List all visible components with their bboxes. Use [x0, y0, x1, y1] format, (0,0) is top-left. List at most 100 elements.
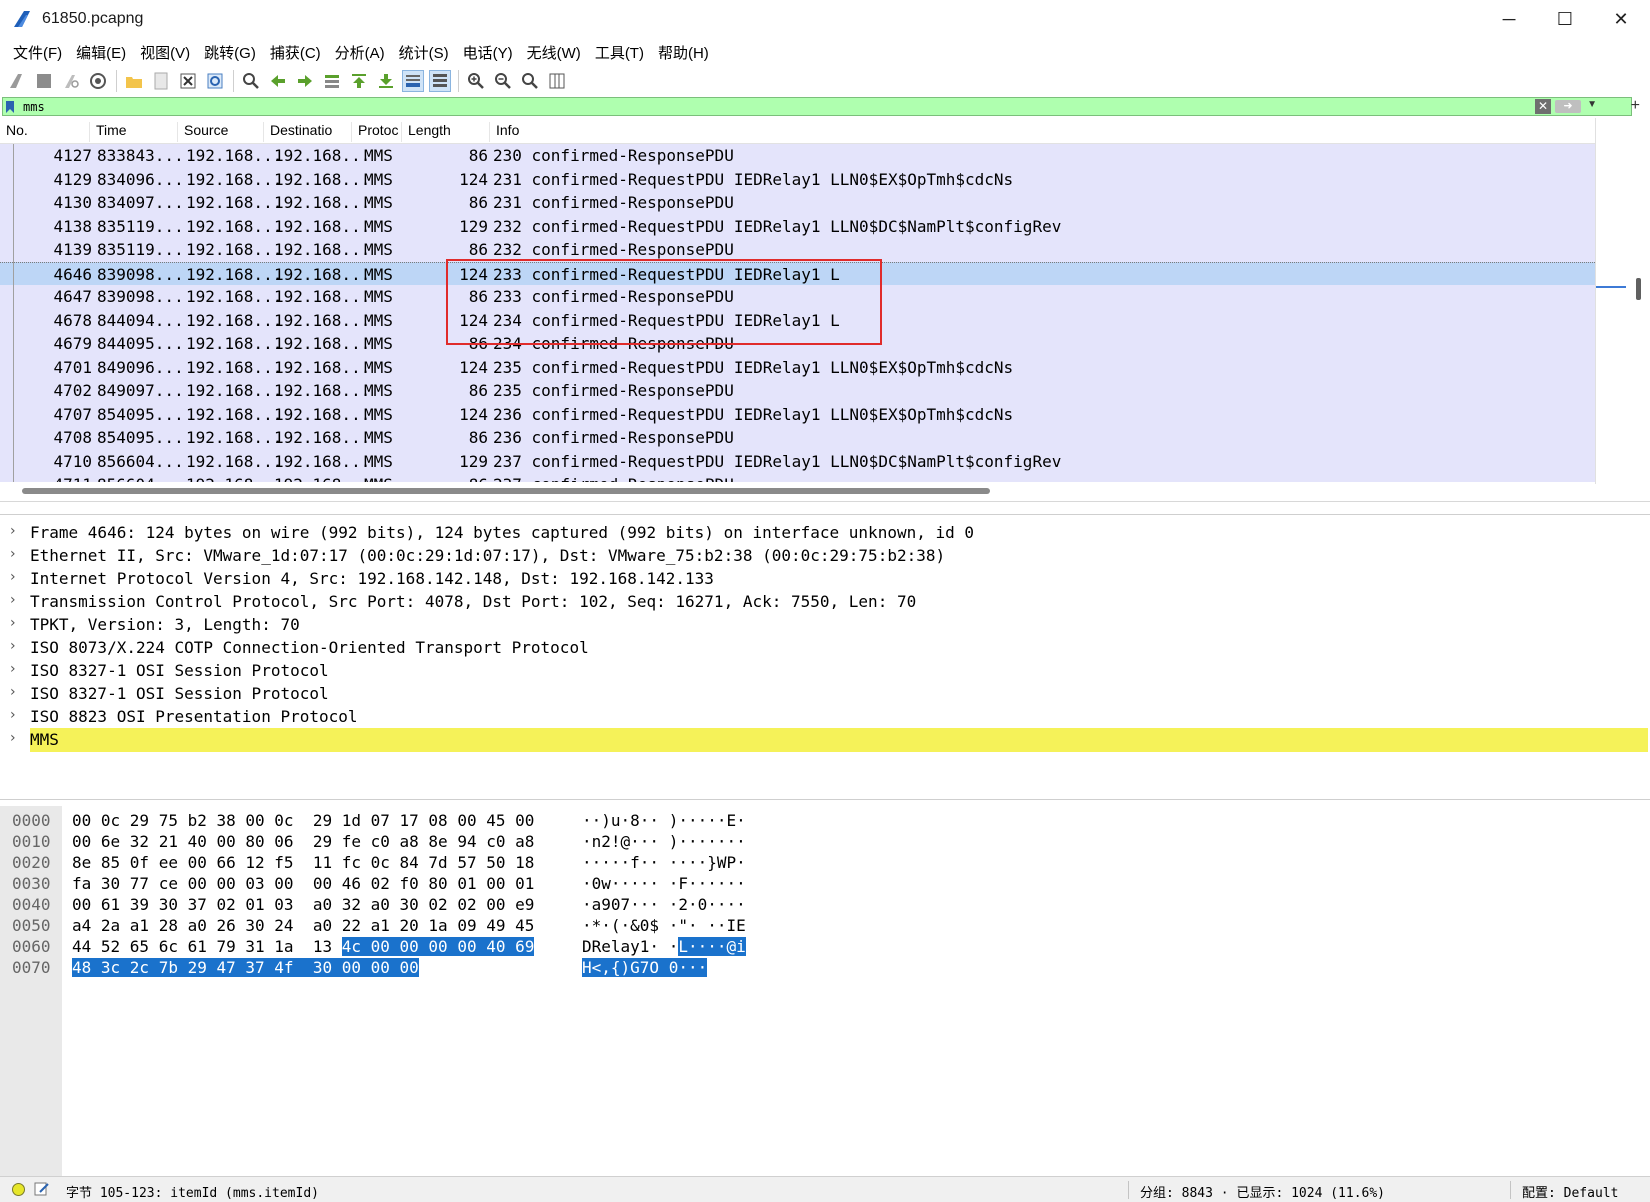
menu-wireless[interactable]: 无线(W): [520, 42, 588, 63]
go-first-icon[interactable]: [348, 70, 370, 92]
detail-tree-item[interactable]: › TPKT, Version: 3, Length: 70: [0, 613, 1650, 637]
ascii-dump[interactable]: ·*·(·&0$ ·"· ··IE: [582, 916, 746, 935]
hex-bytes[interactable]: a4 2a a1 28 a0 26 30 24 a0 22 a1 20 1a 0…: [72, 916, 534, 935]
packet-row[interactable]: 4138 835119... 192.168... 192.168... MMS 129 2…: [0, 214, 1595, 239]
ascii-dump[interactable]: ·0w····· ·F······: [582, 874, 746, 893]
expand-chevron-icon[interactable]: ›: [10, 730, 16, 746]
status-profile[interactable]: 配置: Default: [1522, 1182, 1618, 1201]
menu-tools[interactable]: 工具(T): [588, 42, 651, 63]
expand-chevron-icon[interactable]: ›: [10, 615, 16, 631]
expand-chevron-icon[interactable]: ›: [10, 523, 16, 539]
expand-chevron-icon[interactable]: ›: [10, 684, 16, 700]
menu-analyze[interactable]: 分析(A): [328, 42, 392, 63]
display-filter-input[interactable]: [23, 99, 1631, 114]
go-back-icon[interactable]: [267, 70, 289, 92]
detail-tree-item[interactable]: › ISO 8327-1 OSI Session Protocol: [0, 682, 1650, 706]
ascii-dump[interactable]: H<,{)G7O 0···: [582, 958, 708, 977]
hex-bytes[interactable]: 8e 85 0f ee 00 66 12 f5 11 fc 0c 84 7d 5…: [72, 853, 534, 872]
detail-tree-item[interactable]: › ISO 8327-1 OSI Session Protocol: [0, 659, 1650, 683]
menu-telephony[interactable]: 电话(Y): [456, 42, 520, 63]
maximize-button[interactable]: ☐: [1536, 0, 1594, 38]
column-header-no[interactable]: No.: [0, 122, 90, 142]
expand-chevron-icon[interactable]: ›: [10, 661, 16, 677]
expand-chevron-icon[interactable]: ›: [10, 707, 16, 723]
scrollbar-thumb[interactable]: [1636, 278, 1641, 300]
horizontal-scrollbar[interactable]: [0, 482, 1595, 500]
column-header-time[interactable]: Time: [90, 122, 178, 142]
horizontal-scrollbar-thumb[interactable]: [22, 488, 990, 494]
menu-view[interactable]: 视图(V): [133, 42, 197, 63]
detail-tree-item[interactable]: › ISO 8823 OSI Presentation Protocol: [0, 705, 1650, 729]
packet-row[interactable]: 4710 856604... 192.168... 192.168... MMS 129 2…: [0, 449, 1595, 474]
start-capture-icon[interactable]: [6, 70, 28, 92]
normal-size-icon[interactable]: [519, 70, 541, 92]
column-header-length[interactable]: Length: [402, 122, 490, 142]
expert-info-icon[interactable]: [12, 1183, 25, 1196]
packet-row[interactable]: 4702 849097... 192.168... 192.168... MMS 86 23…: [0, 379, 1595, 403]
ascii-dump[interactable]: ··)u·8·· )·····E·: [582, 811, 746, 830]
detail-tree-item[interactable]: › Internet Protocol Version 4, Src: 192.1…: [0, 567, 1650, 591]
menu-go[interactable]: 跳转(G): [197, 42, 263, 63]
hex-bytes[interactable]: 00 6e 32 21 40 00 80 06 29 fe c0 a8 8e 9…: [72, 832, 534, 851]
resize-columns-icon[interactable]: [546, 70, 568, 92]
close-file-icon[interactable]: [177, 70, 199, 92]
detail-tree-item[interactable]: › MMS: [0, 728, 1650, 752]
menu-edit[interactable]: 编辑(E): [69, 42, 133, 63]
find-packet-icon[interactable]: [240, 70, 262, 92]
clear-filter-icon[interactable]: ✕: [1535, 99, 1551, 114]
column-header-source[interactable]: Source: [178, 122, 264, 142]
packet-row[interactable]: 4711856604...192.168...192.168...MMS8623…: [0, 473, 1595, 482]
ascii-dump[interactable]: ·a907··· ·2·0····: [582, 895, 746, 914]
go-forward-icon[interactable]: [294, 70, 316, 92]
colorize-icon[interactable]: [429, 70, 451, 92]
minimize-button[interactable]: ─: [1480, 0, 1538, 38]
detail-tree-item[interactable]: › Frame 4646: 124 bytes on wire (992 bits…: [0, 521, 1650, 545]
packet-list-scrollbar[interactable]: [1595, 118, 1650, 484]
column-header-protocol[interactable]: Protoc: [352, 122, 402, 142]
menu-capture[interactable]: 捕获(C): [263, 42, 328, 63]
column-header-destination[interactable]: Destinatio: [264, 122, 352, 142]
expand-chevron-icon[interactable]: ›: [10, 592, 16, 608]
hex-bytes[interactable]: 44 52 65 6c 61 79 31 1a 13 4c 00 00 00 0…: [72, 937, 535, 956]
packet-row[interactable]: 4701 849096... 192.168... 192.168... MMS 124 2…: [0, 355, 1595, 380]
expand-chevron-icon[interactable]: ›: [10, 638, 16, 654]
hex-bytes[interactable]: fa 30 77 ce 00 00 03 00 00 46 02 f0 80 0…: [72, 874, 534, 893]
detail-tree-item[interactable]: › Transmission Control Protocol, Src Port…: [0, 590, 1650, 614]
menu-help[interactable]: 帮助(H): [651, 42, 716, 63]
filter-history-dropdown-icon[interactable]: ▼: [1587, 99, 1597, 110]
expand-chevron-icon[interactable]: ›: [10, 569, 16, 585]
hex-bytes[interactable]: 00 0c 29 75 b2 38 00 0c 29 1d 07 17 08 0…: [72, 811, 534, 830]
auto-scroll-icon[interactable]: [402, 70, 424, 92]
menu-statistics[interactable]: 统计(S): [392, 42, 456, 63]
save-file-icon[interactable]: [150, 70, 172, 92]
zoom-out-icon[interactable]: [492, 70, 514, 92]
ascii-dump[interactable]: DRelay1· ·L····@i: [582, 937, 746, 956]
capture-comment-icon[interactable]: [34, 1181, 50, 1197]
zoom-in-icon[interactable]: [465, 70, 487, 92]
expand-chevron-icon[interactable]: ›: [10, 546, 16, 562]
packet-row[interactable]: 4707 854095... 192.168... 192.168... MMS 124 2…: [0, 402, 1595, 427]
detail-tree-item[interactable]: › Ethernet II, Src: VMware_1d:07:17 (00:0…: [0, 544, 1650, 568]
open-file-icon[interactable]: [123, 70, 145, 92]
ascii-dump[interactable]: ·····f·· ····}WP·: [582, 853, 746, 872]
packet-row[interactable]: 4130 834097... 192.168... 192.168... MMS 86 23…: [0, 191, 1595, 215]
ascii-dump[interactable]: ·n2!@··· )·······: [582, 832, 746, 851]
menu-file[interactable]: 文件(F): [6, 42, 69, 63]
capture-options-icon[interactable]: [87, 70, 109, 92]
column-header-info[interactable]: Info: [490, 122, 1595, 142]
restart-capture-icon[interactable]: [60, 70, 82, 92]
stop-capture-icon[interactable]: [33, 70, 55, 92]
reload-file-icon[interactable]: [204, 70, 226, 92]
add-filter-button-icon[interactable]: +: [1631, 97, 1640, 115]
packet-row[interactable]: 4129 834096... 192.168... 192.168... MMS 124 2…: [0, 167, 1595, 192]
apply-filter-icon[interactable]: ➜: [1555, 100, 1581, 113]
packet-row[interactable]: 4708 854095... 192.168... 192.168... MMS 86 23…: [0, 426, 1595, 450]
hex-bytes[interactable]: 00 61 39 30 37 02 01 03 a0 32 a0 30 02 0…: [72, 895, 534, 914]
go-last-icon[interactable]: [375, 70, 397, 92]
hex-bytes[interactable]: 48 3c 2c 7b 29 47 37 4f 30 00 00 00: [72, 958, 419, 977]
bookmark-icon[interactable]: [3, 98, 17, 115]
detail-tree-item[interactable]: › ISO 8073/X.224 COTP Connection-Oriented…: [0, 636, 1650, 660]
packet-row[interactable]: 4127 833843... 192.168... 192.168... MMS 86 23…: [0, 144, 1595, 168]
go-to-packet-icon[interactable]: [321, 70, 343, 92]
close-button[interactable]: ✕: [1592, 0, 1650, 38]
